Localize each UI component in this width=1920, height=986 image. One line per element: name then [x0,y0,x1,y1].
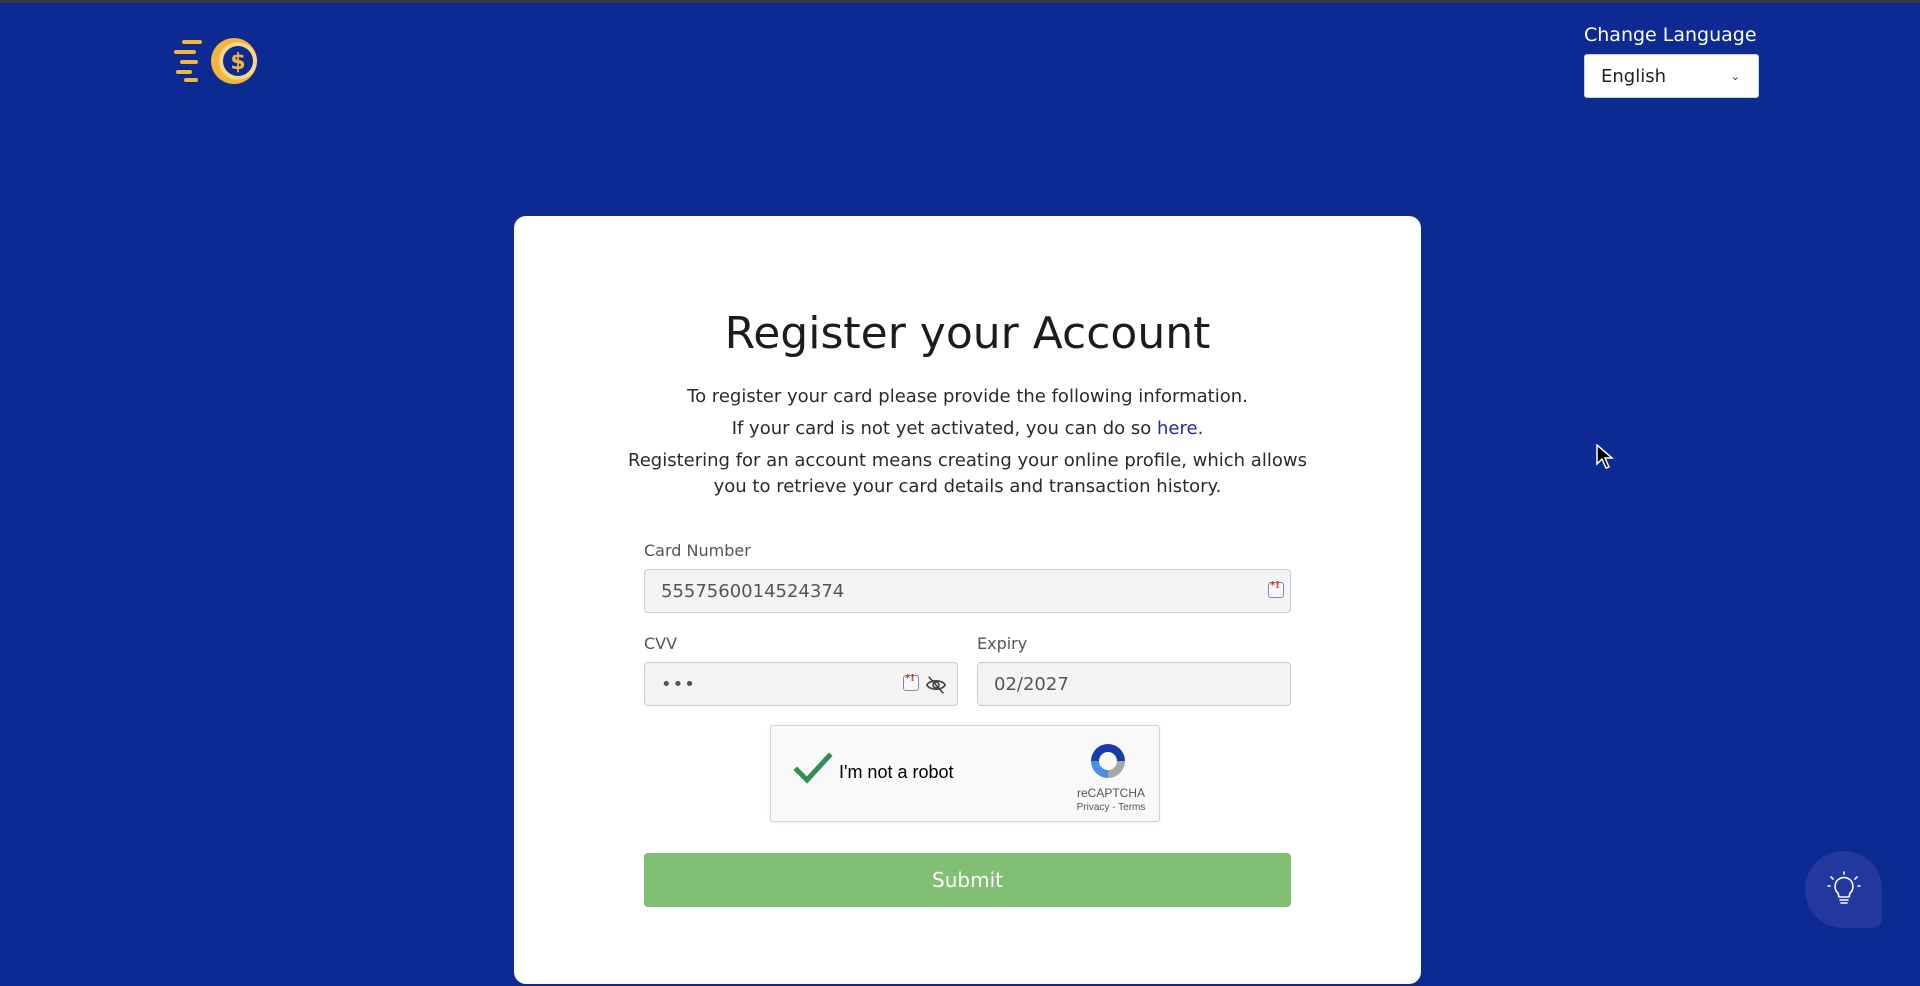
intro-line-3: Registering for an account means creatin… [628,450,1307,497]
expiry-label: Expiry [977,634,1028,653]
card-number-input[interactable]: 5557560014524374 [644,569,1291,613]
recaptcha-logo-icon [1091,744,1125,778]
hint-button[interactable] [1805,851,1882,928]
cvv-label: CVV [644,634,678,653]
expiry-value: 02/2027 [994,673,1069,695]
intro-line-2-suffix: . [1197,418,1204,439]
language-switcher: Change Language English ⌄ [1584,24,1760,98]
language-select-value: English [1601,65,1666,87]
cvv-input[interactable]: ••• [644,662,958,706]
register-card: Register your Account To register your c… [514,216,1421,984]
mouse-cursor-icon [1596,444,1614,469]
activate-here-link[interactable]: here [1157,418,1198,439]
intro-line-1: To register your card please provide the… [687,386,1248,407]
recaptcha-label: I'm not a robot [839,762,954,782]
svg-text:$: $ [230,50,245,75]
page-title: Register your Account [724,308,1211,359]
recaptcha-widget: I'm not a robot reCAPTCHA Privacy - Term… [770,725,1160,822]
cvv-value: ••• [661,673,696,695]
eye-slash-icon[interactable] [925,674,947,696]
intro-text: To register your card please provide the… [614,384,1321,506]
recaptcha-links[interactable]: Privacy - Terms [1061,802,1161,813]
top-border [0,0,1920,3]
intro-line-2-text: If your card is not yet activated, you c… [731,418,1158,439]
autofill-card-icon[interactable] [903,673,919,691]
chevron-down-icon: ⌄ [1730,69,1740,83]
dollar-coin-logo-icon: $ [174,38,257,84]
change-language-label: Change Language [1584,24,1757,46]
checkmark-icon[interactable] [793,752,833,786]
language-select[interactable]: English ⌄ [1584,54,1759,98]
card-number-value: 5557560014524374 [661,580,845,602]
autofill-card-icon[interactable] [1268,580,1284,598]
card-number-label: Card Number [644,541,751,560]
submit-button[interactable]: Submit [644,853,1291,907]
intro-line-2: If your card is not yet activated, you c… [614,416,1321,442]
expiry-input[interactable]: 02/2027 [977,662,1291,706]
recaptcha-brand: reCAPTCHA [1076,786,1145,800]
lightbulb-icon [1827,871,1861,904]
